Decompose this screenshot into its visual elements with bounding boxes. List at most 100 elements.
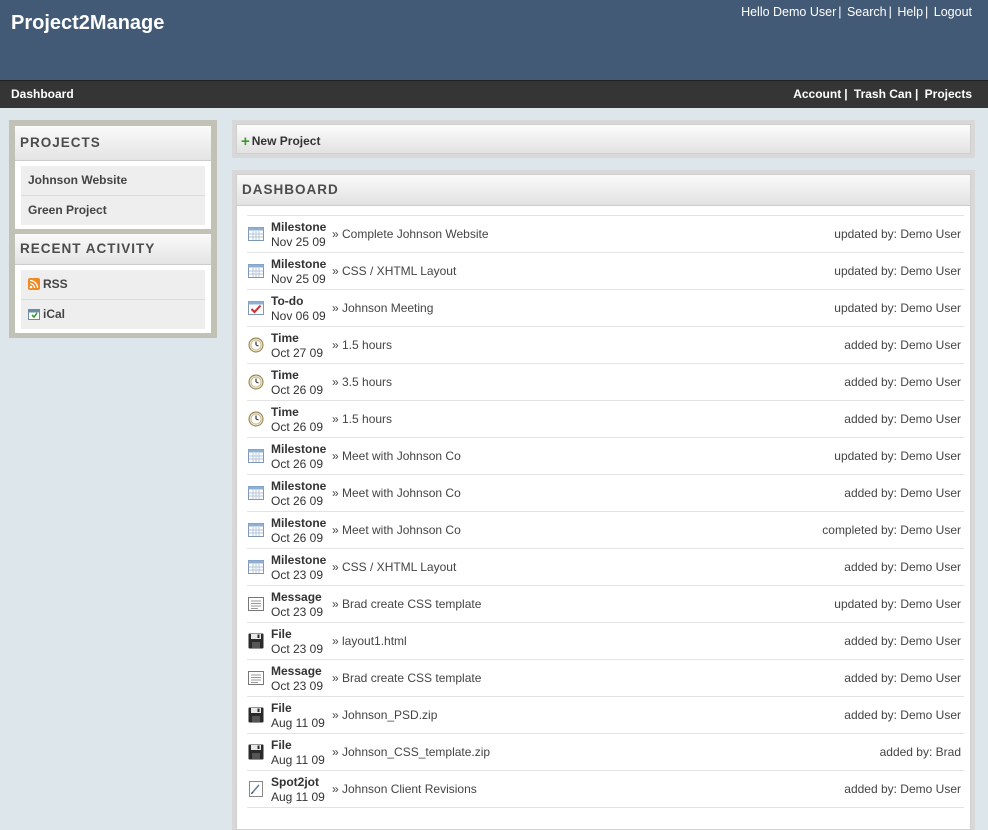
- dashboard-heading: DASHBOARD: [237, 175, 970, 206]
- activity-type: Milestone: [271, 553, 327, 567]
- milestone-icon: [248, 522, 264, 538]
- ical-link[interactable]: iCal: [21, 300, 205, 329]
- time-icon: [248, 337, 264, 353]
- logout-link[interactable]: Logout: [934, 5, 972, 19]
- activity-author: updated by: Demo User: [834, 597, 961, 611]
- activity-row[interactable]: File Oct 23 09 » layout1.html added by: Dem…: [247, 623, 964, 660]
- activity-date: Oct 26 09: [271, 494, 324, 508]
- header: Project2Manage Hello Demo User | Search | …: [0, 0, 988, 80]
- activity-description-link[interactable]: » Meet with Johnson Co: [332, 449, 461, 463]
- activity-description-link[interactable]: » 1.5 hours: [332, 412, 392, 426]
- spot2jot-icon: [248, 781, 264, 797]
- project-item-green-project[interactable]: Green Project: [21, 196, 205, 225]
- app-logo[interactable]: Project2Manage: [11, 12, 164, 35]
- activity-row[interactable]: Milestone Oct 26 09 » Meet with Johnson Co…: [247, 475, 964, 512]
- ical-icon: [28, 309, 40, 320]
- milestone-icon: [248, 448, 264, 464]
- nav-bar: Dashboard Account | Trash Can | Projects: [0, 80, 988, 108]
- activity-date: Oct 23 09: [271, 642, 324, 656]
- activity-row[interactable]: Message Oct 23 09 » Brad create CSS templa…: [247, 660, 964, 697]
- activity-date: Oct 23 09: [271, 679, 324, 693]
- activity-row[interactable]: Time Oct 27 09 » 1.5 hours added by: Demo U…: [247, 327, 964, 364]
- greeting: Hello Demo User: [741, 5, 837, 19]
- activity-date: Oct 27 09: [271, 346, 324, 360]
- file-icon: [248, 707, 264, 723]
- recent-activity-list: RSS iCal: [15, 265, 211, 333]
- time-icon: [248, 411, 264, 427]
- activity-author: added by: Demo User: [844, 782, 961, 796]
- activity-row[interactable]: Milestone Oct 23 09 » CSS / XHTML Layout ad…: [247, 549, 964, 586]
- activity-description-link[interactable]: » Johnson_CSS_template.zip: [332, 745, 490, 759]
- activity-description-link[interactable]: » Brad create CSS template: [332, 671, 481, 685]
- activity-row[interactable]: Time Oct 26 09 » 3.5 hours added by: Demo U…: [247, 364, 964, 401]
- activity-description-link[interactable]: » layout1.html: [332, 634, 407, 648]
- message-icon: [248, 596, 264, 612]
- sidebar: PROJECTS Johnson Website Green Project R…: [9, 120, 217, 338]
- activity-author: added by: Demo User: [844, 560, 961, 574]
- activity-row[interactable]: Milestone Oct 26 09 » Meet with Johnson Co…: [247, 512, 964, 549]
- activity-author: updated by: Demo User: [834, 449, 961, 463]
- activity-author: added by: Demo User: [844, 412, 961, 426]
- new-project-button[interactable]: + New Project: [241, 133, 320, 150]
- activity-type: Time: [271, 368, 299, 382]
- nav-projects[interactable]: Projects: [925, 87, 972, 101]
- activity-row[interactable]: Message Oct 23 09 » Brad create CSS templa…: [247, 586, 964, 623]
- activity-description-link[interactable]: » Meet with Johnson Co: [332, 486, 461, 500]
- activity-type: File: [271, 627, 292, 641]
- activity-author: updated by: Demo User: [834, 227, 961, 241]
- time-icon: [248, 374, 264, 390]
- activity-author: added by: Demo User: [844, 486, 961, 500]
- activity-date: Aug 11 09: [271, 790, 325, 804]
- activity-date: Nov 25 09: [271, 272, 326, 286]
- todo-icon: [248, 300, 264, 316]
- activity-type: Milestone: [271, 479, 327, 493]
- activity-description-link[interactable]: » CSS / XHTML Layout: [332, 560, 456, 574]
- activity-description-link[interactable]: » Brad create CSS template: [332, 597, 481, 611]
- activity-author: completed by: Demo User: [822, 523, 961, 537]
- milestone-icon: [248, 226, 264, 242]
- activity-description-link[interactable]: » Johnson_PSD.zip: [332, 708, 437, 722]
- activity-description-link[interactable]: » 3.5 hours: [332, 375, 392, 389]
- activity-date: Aug 11 09: [271, 716, 325, 730]
- projects-list: Johnson Website Green Project: [15, 161, 211, 229]
- activity-author: added by: Demo User: [844, 708, 961, 722]
- activity-row[interactable]: File Aug 11 09 » Johnson_CSS_template.zip a…: [247, 734, 964, 771]
- activity-type: Spot2jot: [271, 775, 319, 789]
- activity-date: Oct 26 09: [271, 457, 324, 471]
- nav-account[interactable]: Account: [793, 87, 841, 101]
- activity-description-link[interactable]: » Johnson Client Revisions: [332, 782, 477, 796]
- plus-icon: +: [241, 133, 250, 150]
- activity-date: Oct 26 09: [271, 383, 324, 397]
- activity-description-link[interactable]: » 1.5 hours: [332, 338, 392, 352]
- activity-row[interactable]: Milestone Oct 26 09 » Meet with Johnson Co…: [247, 438, 964, 475]
- message-icon: [248, 670, 264, 686]
- activity-type: Milestone: [271, 257, 327, 271]
- activity-row[interactable]: File Aug 11 09 » Johnson_PSD.zip added by: …: [247, 697, 964, 734]
- nav-trash-can[interactable]: Trash Can: [854, 87, 912, 101]
- activity-row[interactable]: To-do Nov 06 09 » Johnson Meeting updated b…: [247, 290, 964, 327]
- activity-description-link[interactable]: » CSS / XHTML Layout: [332, 264, 456, 278]
- activity-type: Message: [271, 664, 322, 678]
- project-item-johnson-website[interactable]: Johnson Website: [21, 166, 205, 196]
- search-link[interactable]: Search: [847, 5, 887, 19]
- milestone-icon: [248, 263, 264, 279]
- new-project-bar: + New Project: [232, 120, 975, 158]
- activity-description-link[interactable]: » Meet with Johnson Co: [332, 523, 461, 537]
- activity-description-link[interactable]: » Complete Johnson Website: [332, 227, 489, 241]
- activity-description-link[interactable]: » Johnson Meeting: [332, 301, 433, 315]
- help-link[interactable]: Help: [897, 5, 923, 19]
- dashboard-panel: DASHBOARD Milestone Nov 25 09» Complete J…: [232, 170, 975, 830]
- rss-link[interactable]: RSS: [21, 270, 205, 300]
- activity-date: Oct 26 09: [271, 531, 324, 545]
- activity-date: Oct 23 09: [271, 568, 324, 582]
- activity-author: added by: Demo User: [844, 634, 961, 648]
- activity-date: Nov 06 09: [271, 309, 326, 323]
- nav-dashboard[interactable]: Dashboard: [11, 87, 74, 101]
- milestone-icon: [248, 485, 264, 501]
- activity-type: Time: [271, 331, 299, 345]
- activity-row[interactable]: Milestone Nov 25 09 » Complete Johnson Web…: [247, 216, 964, 253]
- activity-row[interactable]: Milestone Nov 25 09 » CSS / XHTML Layout up…: [247, 253, 964, 290]
- activity-row[interactable]: Time Oct 26 09 » 1.5 hours added by: Demo U…: [247, 401, 964, 438]
- top-links: Hello Demo User | Search | Help | Logout: [741, 5, 972, 19]
- activity-row[interactable]: Spot2jot Aug 11 09 » Johnson Client Revisi…: [247, 771, 964, 808]
